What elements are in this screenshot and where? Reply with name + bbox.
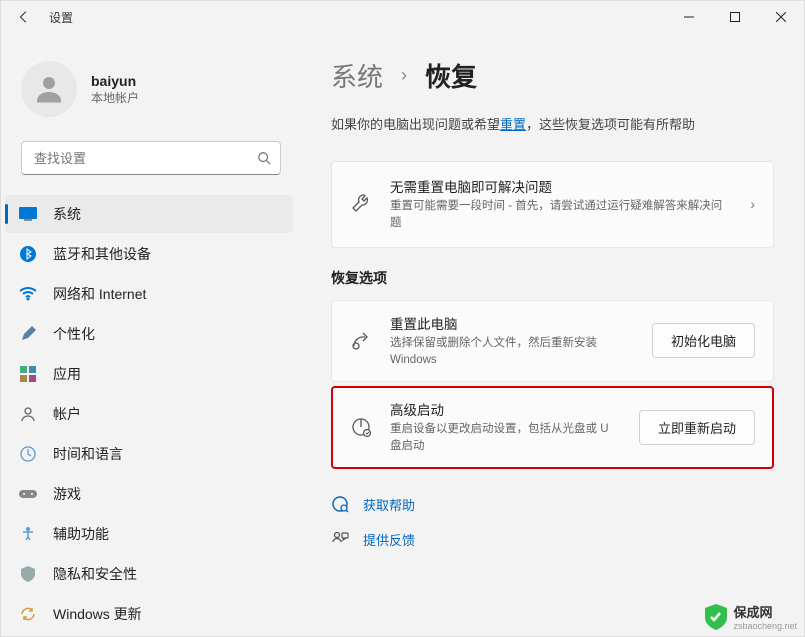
system-icon: [19, 205, 37, 223]
maximize-button[interactable]: [712, 1, 758, 33]
accessibility-icon: [19, 525, 37, 543]
feedback-icon: [331, 530, 349, 548]
link-text: 提供反馈: [363, 530, 415, 549]
sidebar-item-label: 隐私和安全性: [53, 564, 137, 584]
sidebar-item-label: Windows 更新: [53, 604, 142, 624]
shield-icon: [19, 565, 37, 583]
apps-icon: [19, 365, 37, 383]
search-icon: [257, 151, 271, 165]
profile-subtitle: 本地帐户: [91, 89, 139, 106]
wifi-icon: [19, 285, 37, 303]
restart-now-button[interactable]: 立即重新启动: [639, 410, 755, 445]
intro-text: 如果你的电脑出现问题或希望重置，这些恢复选项可能有所帮助: [331, 114, 774, 133]
sidebar-item-system[interactable]: 系统: [5, 195, 293, 233]
sidebar-item-network[interactable]: 网络和 Internet: [5, 275, 293, 313]
wrench-icon: [350, 193, 372, 215]
search-input[interactable]: [21, 141, 281, 175]
sidebar-item-update[interactable]: Windows 更新: [5, 595, 293, 633]
close-button[interactable]: [758, 1, 804, 33]
sidebar-item-label: 帐户: [53, 404, 81, 424]
section-title: 恢复选项: [331, 268, 774, 288]
chevron-right-icon: ›: [401, 65, 407, 86]
sidebar-item-time-language[interactable]: 时间和语言: [5, 435, 293, 473]
sidebar-item-personalization[interactable]: 个性化: [5, 315, 293, 353]
get-help-link[interactable]: 获取帮助: [331, 487, 774, 522]
reset-link[interactable]: 重置: [500, 117, 526, 132]
gaming-icon: [19, 485, 37, 503]
sidebar-item-label: 游戏: [53, 484, 81, 504]
breadcrumb-current: 恢复: [425, 57, 477, 94]
accounts-icon: [19, 405, 37, 423]
sidebar-item-label: 时间和语言: [53, 444, 123, 464]
sidebar-item-gaming[interactable]: 游戏: [5, 475, 293, 513]
advanced-startup-card: 高级启动 重启设备以更改启动设置，包括从光盘或 U 盘启动 立即重新启动: [331, 386, 774, 469]
reset-pc-card: 重置此电脑 选择保留或删除个人文件，然后重新安装 Windows 初始化电脑: [331, 300, 774, 383]
time-language-icon: [19, 445, 37, 463]
window-title: 设置: [49, 9, 73, 26]
chevron-right-icon: ›: [750, 196, 755, 212]
card-desc: 重启设备以更改启动设置，包括从光盘或 U 盘启动: [390, 421, 621, 456]
sidebar-item-accounts[interactable]: 帐户: [5, 395, 293, 433]
give-feedback-link[interactable]: 提供反馈: [331, 522, 774, 557]
main-content: 系统 › 恢复 如果你的电脑出现问题或希望重置，这些恢复选项可能有所帮助 无需重…: [301, 33, 804, 636]
sidebar-item-label: 应用: [53, 364, 81, 384]
update-icon: [19, 605, 37, 623]
power-icon: [350, 416, 372, 438]
troubleshoot-card[interactable]: 无需重置电脑即可解决问题 重置可能需要一段时间 - 首先，请尝试通过运行疑难解答…: [331, 161, 774, 248]
card-title: 无需重置电脑即可解决问题: [390, 176, 732, 196]
link-text: 获取帮助: [363, 495, 415, 514]
sidebar-item-apps[interactable]: 应用: [5, 355, 293, 393]
sidebar: baiyun 本地帐户 系统 蓝牙和: [1, 33, 301, 636]
card-title: 高级启动: [390, 399, 621, 419]
breadcrumb-parent[interactable]: 系统: [331, 57, 383, 94]
sidebar-item-label: 辅助功能: [53, 524, 109, 544]
sidebar-item-bluetooth[interactable]: 蓝牙和其他设备: [5, 235, 293, 273]
card-title: 重置此电脑: [390, 313, 634, 333]
sidebar-item-privacy[interactable]: 隐私和安全性: [5, 555, 293, 593]
sidebar-item-accessibility[interactable]: 辅助功能: [5, 515, 293, 553]
sidebar-item-label: 网络和 Internet: [53, 284, 146, 304]
profile-block[interactable]: baiyun 本地帐户: [1, 45, 301, 141]
card-desc: 重置可能需要一段时间 - 首先，请尝试通过运行疑难解答来解决问题: [390, 198, 732, 233]
profile-name: baiyun: [91, 73, 139, 89]
avatar: [21, 61, 77, 117]
reset-pc-button[interactable]: 初始化电脑: [652, 323, 755, 358]
minimize-button[interactable]: [666, 1, 712, 33]
sidebar-item-label: 蓝牙和其他设备: [53, 244, 151, 264]
breadcrumb: 系统 › 恢复: [331, 57, 774, 94]
card-desc: 选择保留或删除个人文件，然后重新安装 Windows: [390, 335, 634, 370]
reset-icon: [350, 330, 372, 352]
back-button[interactable]: [17, 10, 31, 24]
sidebar-item-label: 系统: [53, 204, 81, 224]
titlebar: 设置: [1, 1, 804, 33]
help-icon: [331, 495, 349, 513]
bluetooth-icon: [19, 245, 37, 263]
personalization-icon: [19, 325, 37, 343]
sidebar-item-label: 个性化: [53, 324, 95, 344]
